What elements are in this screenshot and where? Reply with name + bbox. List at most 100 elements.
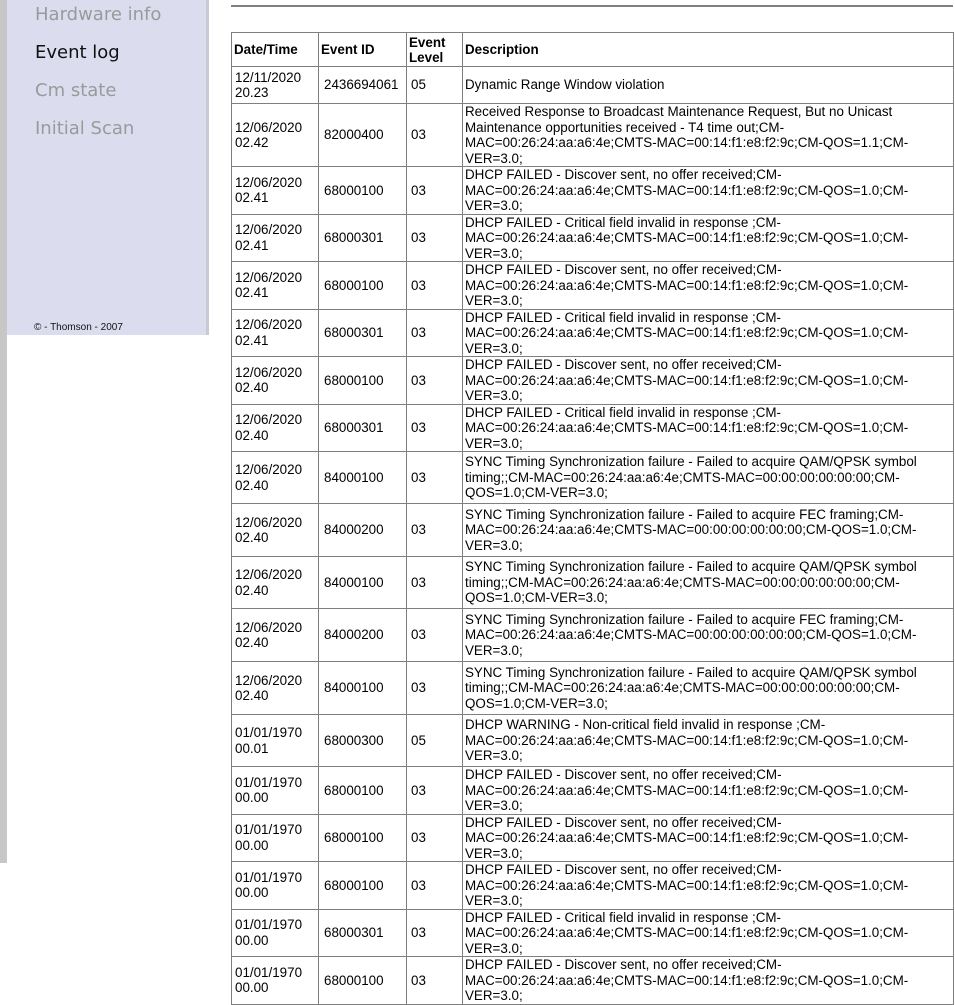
cell-datetime: 12/06/2020 02.40 [231,608,319,662]
cell-event-id: 68000100 [318,861,407,910]
event-log-table-container[interactable]: Date/Time Event ID Event Level Descripti… [231,32,954,1005]
table-row: 01/01/1970 00.00 68000100 03 DHCP FAILED - … [231,861,954,910]
cell-datetime: 12/11/2020 20.23 [231,66,319,104]
table-row: 12/06/2020 02.41 68000301 03 DHCP FAILED - … [231,308,954,357]
copyright-text: © - Thomson - 2007 [34,322,123,333]
cell-description: SYNC Timing Synchronization failure - Fa… [462,503,954,557]
table-row: 12/06/2020 02.40 84000200 03 SYNC Timing Sy… [231,608,954,662]
cell-description: DHCP WARNING - Non-critical field invali… [462,714,954,767]
window-left-edge [0,0,7,863]
cell-description: DHCP FAILED - Critical field invalid in … [462,213,954,262]
cell-event-id: 82000400 [318,103,407,167]
table-row: 01/01/1970 00.00 68000100 03 DHCP FAILED - … [231,813,954,862]
cell-description: SYNC Timing Synchronization failure - Fa… [462,556,954,609]
cell-event-level: 03 [406,166,463,215]
column-header-description: Description [462,32,954,67]
cell-event-level: 03 [406,766,463,815]
cell-description: Received Response to Broadcast Maintenan… [462,103,954,167]
cell-event-level: 05 [406,714,463,767]
cell-event-id: 84000100 [318,661,407,715]
cell-event-level: 03 [406,356,463,405]
cell-datetime: 12/06/2020 02.41 [231,308,319,357]
cell-event-level: 03 [406,103,463,167]
cell-datetime: 12/06/2020 02.41 [231,213,319,262]
cell-datetime: 12/06/2020 02.40 [231,451,319,504]
table-row: 12/06/2020 02.40 84000100 03 SYNC Timing Sy… [231,556,954,609]
cell-datetime: 01/01/1970 00.00 [231,813,319,862]
cell-datetime: 01/01/1970 00.00 [231,956,319,1005]
cell-event-id: 68000100 [318,166,407,215]
cell-datetime: 12/06/2020 02.40 [231,403,319,452]
table-row: 01/01/1970 00.00 68000301 03 DHCP FAILED - … [231,908,954,957]
cell-datetime: 01/01/1970 00.00 [231,908,319,957]
cell-event-level: 03 [406,261,463,310]
cell-description: DHCP FAILED - Discover sent, no offer re… [462,766,954,815]
cell-event-id: 68000100 [318,356,407,405]
sidebar: Hardware info Event log Cm state Initial… [7,0,206,335]
cell-description: DHCP FAILED - Discover sent, no offer re… [462,861,954,910]
table-header-row: Date/Time Event ID Event Level Descripti… [231,32,954,67]
table-row: 12/06/2020 02.41 68000301 03 DHCP FAILED - … [231,213,954,262]
cell-event-id: 84000200 [318,503,407,557]
cell-event-level: 03 [406,213,463,262]
cell-description: SYNC Timing Synchronization failure - Fa… [462,661,954,715]
cell-description: Dynamic Range Window violation [462,66,954,104]
cell-datetime: 12/06/2020 02.40 [231,661,319,715]
cell-datetime: 01/01/1970 00.01 [231,714,319,767]
cell-event-level: 03 [406,861,463,910]
sidebar-border [206,0,209,335]
sidebar-item-cm-state[interactable]: Cm state [35,80,116,101]
cell-event-id: 84000100 [318,556,407,609]
cell-description: DHCP FAILED - Discover sent, no offer re… [462,166,954,215]
sidebar-item-hardware-info[interactable]: Hardware info [35,4,161,25]
cell-event-id: 68000300 [318,714,407,767]
cell-event-id: 84000200 [318,608,407,662]
column-header-event-level: Event Level [406,32,463,67]
cell-event-level: 03 [406,503,463,557]
cell-description: DHCP FAILED - Discover sent, no offer re… [462,261,954,310]
cell-description: SYNC Timing Synchronization failure - Fa… [462,608,954,662]
table-row: 12/06/2020 02.40 68000100 03 DHCP FAILED - … [231,356,954,405]
column-header-datetime: Date/Time [231,32,319,67]
cell-datetime: 12/06/2020 02.40 [231,503,319,557]
cell-description: DHCP FAILED - Discover sent, no offer re… [462,356,954,405]
sidebar-item-initial-scan[interactable]: Initial Scan [35,118,134,139]
cell-datetime: 12/06/2020 02.40 [231,356,319,405]
cell-description: DHCP FAILED - Discover sent, no offer re… [462,956,954,1005]
cell-event-level: 03 [406,403,463,452]
cell-description: DHCP FAILED - Critical field invalid in … [462,403,954,452]
cell-event-level: 03 [406,813,463,862]
cell-datetime: 12/06/2020 02.40 [231,556,319,609]
cell-description: SYNC Timing Synchronization failure - Fa… [462,451,954,504]
cell-event-level: 03 [406,451,463,504]
table-row: 12/06/2020 02.42 82000400 03 Received Respo… [231,103,954,167]
table-row: 12/06/2020 02.40 68000301 03 DHCP FAILED - … [231,403,954,452]
sidebar-item-event-log[interactable]: Event log [35,42,120,63]
top-divider [231,5,953,7]
cell-event-level: 03 [406,556,463,609]
cell-event-id: 68000100 [318,766,407,815]
cell-event-level: 03 [406,908,463,957]
event-log-table: Date/Time Event ID Event Level Descripti… [231,32,954,1005]
table-row: 12/06/2020 02.41 68000100 03 DHCP FAILED - … [231,261,954,310]
cell-event-level: 03 [406,608,463,662]
cell-datetime: 12/06/2020 02.42 [231,103,319,167]
cell-event-id: 68000100 [318,813,407,862]
table-row: 12/06/2020 02.41 68000100 03 DHCP FAILED - … [231,166,954,215]
cell-datetime: 12/06/2020 02.41 [231,166,319,215]
table-row: 12/06/2020 02.40 84000100 03 SYNC Timing Sy… [231,451,954,504]
cell-event-id: 68000100 [318,261,407,310]
cell-event-level: 03 [406,956,463,1005]
table-row: 12/06/2020 02.40 84000100 03 SYNC Timing Sy… [231,661,954,715]
cell-event-id: 68000301 [318,308,407,357]
cell-event-level: 03 [406,308,463,357]
cell-event-id: 68000100 [318,956,407,1005]
cell-event-id: 68000301 [318,908,407,957]
cell-description: DHCP FAILED - Critical field invalid in … [462,308,954,357]
cell-event-id: 84000100 [318,451,407,504]
cell-event-level: 05 [406,66,463,104]
table-row: 01/01/1970 00.00 68000100 03 DHCP FAILED - … [231,956,954,1005]
column-header-event-id: Event ID [318,32,407,67]
cell-event-id: 68000301 [318,213,407,262]
cell-event-id: 68000301 [318,403,407,452]
